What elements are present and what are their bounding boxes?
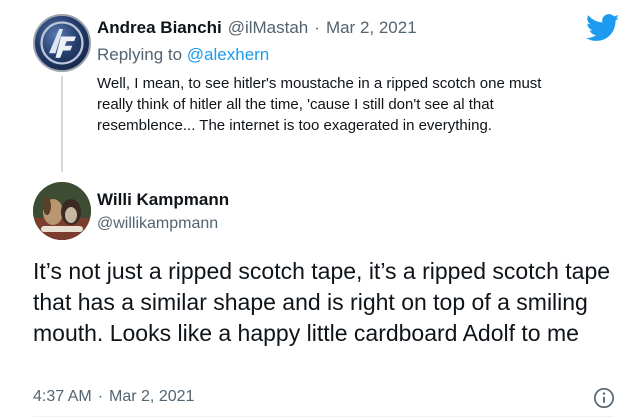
avatar[interactable] (33, 182, 91, 240)
parent-tweet-text: Well, I mean, to see hitler's moustache … (97, 75, 542, 134)
tweet-time[interactable]: 4:37 AM (33, 388, 92, 406)
tweet-timestamp[interactable]: 4:37 AM · Mar 2, 2021 (33, 388, 194, 406)
avatar[interactable] (33, 14, 91, 72)
user-handle[interactable]: @ilMastah (228, 18, 309, 38)
replying-label: Replying to (97, 45, 183, 64)
parent-tweet-header: Andrea Bianchi @ilMastah · Mar 2, 2021 (97, 17, 417, 39)
divider (33, 416, 613, 417)
tweet-text: It’s not just a ripped scotch tape, it’s… (33, 258, 611, 346)
twitter-bird-icon[interactable] (586, 14, 620, 42)
replying-to-handle-link[interactable]: @alexhern (187, 45, 269, 64)
avatar-logo-image (40, 21, 84, 65)
display-name[interactable]: Andrea Bianchi (97, 18, 222, 38)
separator-dot: · (97, 388, 104, 405)
tweet-card: Andrea Bianchi @ilMastah · Mar 2, 2021 R… (0, 0, 633, 420)
thread-line (61, 76, 63, 172)
display-name[interactable]: Willi Kampmann (97, 190, 229, 210)
user-handle[interactable]: @willikampmann (97, 215, 218, 233)
replying-to: Replying to @alexhern (97, 45, 269, 65)
avatar-photo-image (33, 182, 91, 240)
separator-dot: · (314, 18, 320, 37)
info-circle-icon[interactable] (593, 387, 615, 409)
tweet-date[interactable]: Mar 2, 2021 (109, 388, 194, 406)
tweet-date-link[interactable]: Mar 2, 2021 (326, 18, 417, 38)
